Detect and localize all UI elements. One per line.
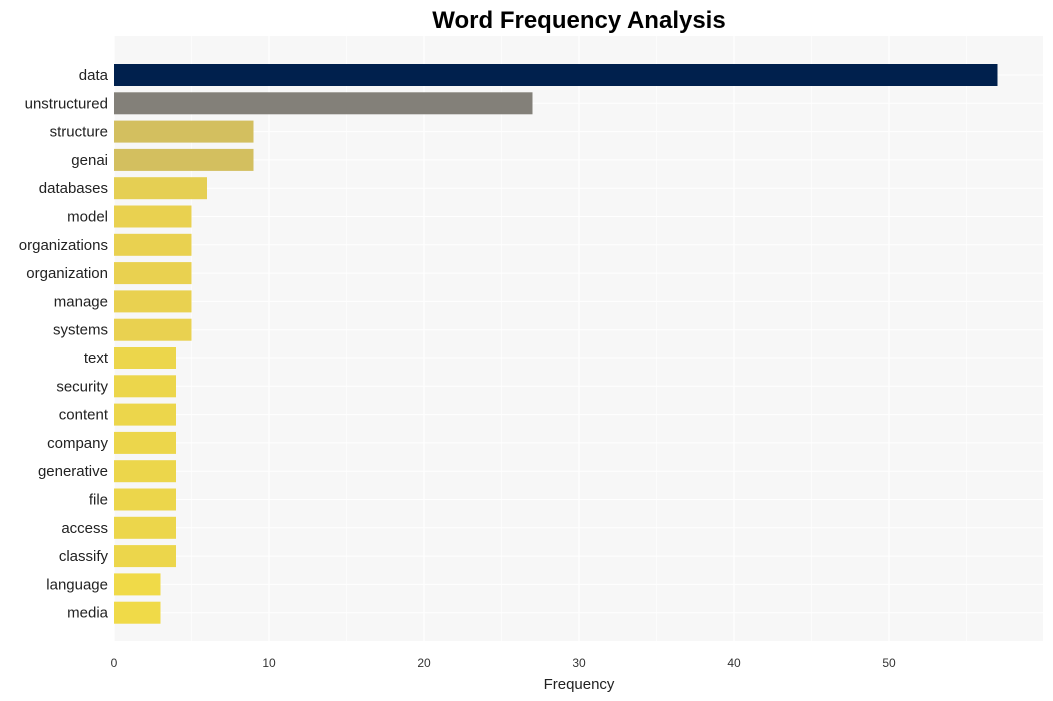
bar-model — [114, 205, 192, 228]
bar-structure — [114, 120, 254, 143]
bar-systems — [114, 318, 192, 341]
y-label-media: media — [67, 605, 109, 622]
x-axis-label: Frequency — [544, 676, 615, 693]
bar-manage — [114, 290, 192, 313]
bar-organization — [114, 262, 192, 285]
x-tick-20: 20 — [417, 656, 431, 670]
y-label-systems: systems — [53, 322, 108, 339]
bar-company — [114, 431, 176, 454]
y-axis-labels: data unstructured structure genai databases m… — [19, 67, 109, 622]
bar-content — [114, 403, 176, 426]
bar-organizations — [114, 233, 192, 256]
y-label-content: content — [59, 407, 109, 424]
y-label-company: company — [47, 435, 108, 452]
y-label-manage: manage — [54, 293, 108, 310]
bar-file — [114, 488, 176, 511]
x-tick-40: 40 — [727, 656, 741, 670]
bar-access — [114, 516, 176, 539]
y-label-organizations: organizations — [19, 237, 108, 254]
x-tick-30: 30 — [572, 656, 586, 670]
bar-databases — [114, 177, 207, 200]
y-label-classify: classify — [59, 548, 109, 565]
y-label-structure: structure — [50, 124, 108, 141]
y-label-databases: databases — [39, 180, 108, 197]
y-label-language: language — [46, 576, 108, 593]
y-label-file: file — [89, 492, 108, 509]
x-tick-50: 50 — [882, 656, 896, 670]
bar-generative — [114, 460, 176, 483]
bar-text — [114, 347, 176, 369]
x-tick-0: 0 — [111, 656, 118, 670]
y-label-model: model — [67, 209, 108, 226]
bar-language — [114, 573, 161, 596]
y-label-security: security — [56, 378, 108, 395]
bar-data — [114, 64, 998, 86]
y-label-access: access — [61, 520, 108, 537]
y-label-text: text — [84, 350, 109, 367]
bar-unstructured — [114, 92, 533, 115]
x-axis-ticks: 0 10 20 30 40 50 — [111, 656, 896, 670]
bar-classify — [114, 545, 176, 568]
y-label-data: data — [79, 67, 109, 84]
bar-genai — [114, 148, 254, 171]
y-label-generative: generative — [38, 463, 108, 480]
bar-security — [114, 375, 176, 398]
y-label-organization: organization — [26, 265, 108, 282]
chart-title: Word Frequency Analysis — [432, 7, 725, 34]
word-frequency-chart: data unstructured structure genai databases m… — [19, 7, 1043, 693]
y-label-unstructured: unstructured — [25, 95, 108, 112]
bar-media — [114, 601, 161, 624]
y-label-genai: genai — [71, 152, 108, 169]
x-tick-10: 10 — [262, 656, 276, 670]
